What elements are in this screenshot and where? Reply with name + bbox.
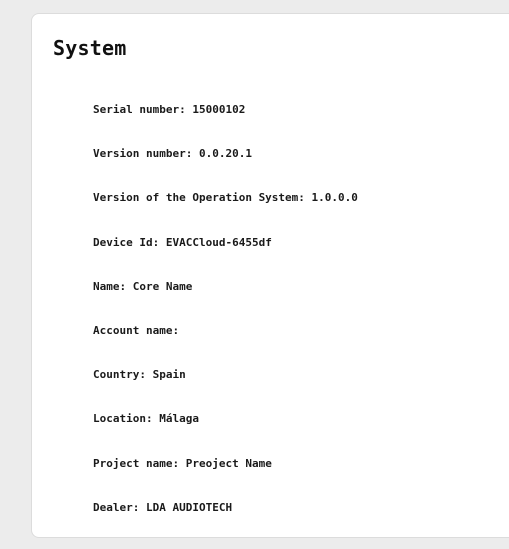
serial-number-row: Serial number: 15000102 [93, 103, 358, 147]
system-panel: System Serial number: 15000102 Version n… [31, 13, 509, 538]
info-label: Version of the Operation System: [93, 191, 305, 205]
info-value: 15000102 [192, 103, 246, 116]
info-value: 0.0.20.1 [198, 147, 252, 161]
info-value: EVACCloud-6455df [165, 235, 272, 249]
version-number-row: Version number: 0.0.20.1 [93, 147, 358, 191]
device-id-row: Device Id: EVACCloud-6455df [93, 236, 358, 280]
info-value: Core Name [132, 279, 193, 293]
info-label: Project name: [93, 456, 180, 470]
info-value: LDA AUDIOTECH [145, 500, 233, 514]
info-value: Preoject Name [185, 456, 272, 470]
dealer-row: Dealer: LDA AUDIOTECH [93, 501, 358, 545]
info-label: Name: [93, 279, 127, 293]
info-label: Location: [93, 412, 153, 426]
info-label: Country: [93, 368, 146, 382]
info-label: Device Id: [93, 235, 160, 249]
info-value: Spain [152, 368, 186, 382]
info-value: Málaga [159, 412, 199, 426]
country-row: Country: Spain [93, 368, 358, 412]
account-name-row: Account name: [93, 324, 358, 368]
info-label: Serial number: [93, 103, 186, 116]
name-row: Name: Core Name [93, 280, 358, 324]
info-label: Account name: [93, 323, 180, 337]
panel-title: System [53, 36, 127, 60]
info-label: Dealer: [93, 500, 140, 514]
info-label: Version number: [93, 147, 193, 161]
location-row: Location: Málaga [93, 412, 358, 456]
project-name-row: Project name: Preoject Name [93, 457, 358, 501]
os-version-row: Version of the Operation System: 1.0.0.0 [93, 191, 358, 235]
info-value: 1.0.0.0 [311, 191, 358, 205]
system-info-list: Serial number: 15000102 Version number: … [93, 103, 358, 545]
